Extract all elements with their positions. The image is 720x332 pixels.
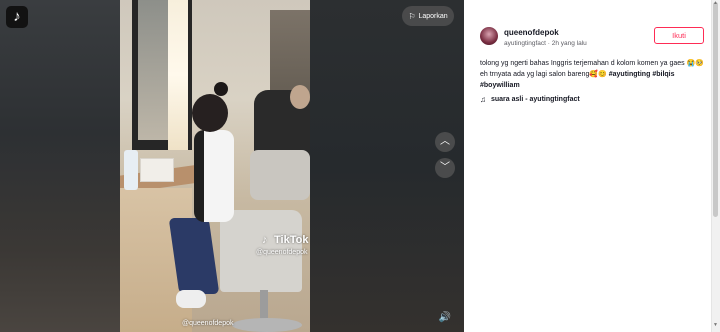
chair-base	[232, 318, 302, 332]
hashtag-link[interactable]: #boywilliam	[480, 82, 520, 89]
tiktok-video-page: ♪ TikTok @queenofdepok @queenofdepok ♪ ⚐ …	[0, 0, 720, 332]
scrollbar-thumb[interactable]	[713, 2, 718, 217]
video-caption: tolong yg ngerti bahas Inggris terjemaha…	[480, 58, 706, 91]
scroll-down-arrow-icon[interactable]: ▼	[713, 322, 718, 328]
meta-separator: ·	[547, 40, 550, 47]
author-handle: ayutingtingfact	[504, 40, 546, 47]
scroll-up-arrow-icon[interactable]: ▲	[713, 0, 718, 6]
tiktok-note-icon: ♪	[262, 234, 268, 246]
girl-body	[194, 130, 234, 222]
girl-shoes	[176, 290, 206, 308]
post-time: 2h yang lalu	[551, 40, 587, 47]
follow-button[interactable]: Ikuti	[654, 27, 704, 44]
tiktok-watermark: ♪ TikTok	[262, 234, 309, 246]
chevron-down-icon: ﹀	[440, 162, 450, 173]
video-backdrop-left	[0, 0, 120, 332]
flag-icon: ⚐	[408, 11, 416, 21]
video-info-panel: queenofdepok ayutingtingfact · 2h yang l…	[464, 0, 711, 332]
tiktok-logo-icon[interactable]: ♪	[6, 6, 28, 28]
author-username[interactable]: queenofdepok	[504, 28, 559, 37]
watermark-username-bottom: @queenofdepok	[182, 320, 234, 327]
video-stage: ♪ TikTok @queenofdepok @queenofdepok ♪ ⚐ …	[0, 0, 464, 332]
girl-hair-bun	[214, 82, 228, 96]
hashtag-link[interactable]: #bilqis	[652, 71, 674, 78]
report-button[interactable]: ⚐ Laporkan	[402, 6, 454, 26]
music-title: suara asli - ayutingtingfact	[491, 96, 580, 103]
author-meta: ayutingtingfact · 2h yang lalu	[504, 40, 587, 47]
avatar[interactable]	[480, 27, 498, 45]
salon-chair-back	[250, 150, 310, 200]
bottles	[124, 150, 138, 190]
chevron-up-icon: ︿	[440, 136, 450, 147]
music-note-icon: ♫	[480, 95, 486, 104]
next-video-button[interactable]: ﹀	[435, 158, 455, 178]
hashtag-link[interactable]: #ayutingting	[609, 71, 651, 78]
volume-button[interactable]: 🔊	[437, 310, 453, 326]
tissue-box	[140, 158, 174, 182]
volume-icon: 🔊	[438, 312, 452, 323]
man-head	[290, 85, 310, 109]
watermark-username: @queenofdepok	[256, 249, 308, 256]
video-player[interactable]: ♪ TikTok @queenofdepok @queenofdepok	[120, 0, 310, 332]
music-link[interactable]: ♫ suara asli - ayutingtingfact	[480, 95, 580, 104]
report-label: Laporkan	[418, 12, 448, 20]
girl-head	[192, 94, 228, 132]
vanity-lights	[168, 0, 188, 150]
previous-video-button[interactable]: ︿	[435, 132, 455, 152]
